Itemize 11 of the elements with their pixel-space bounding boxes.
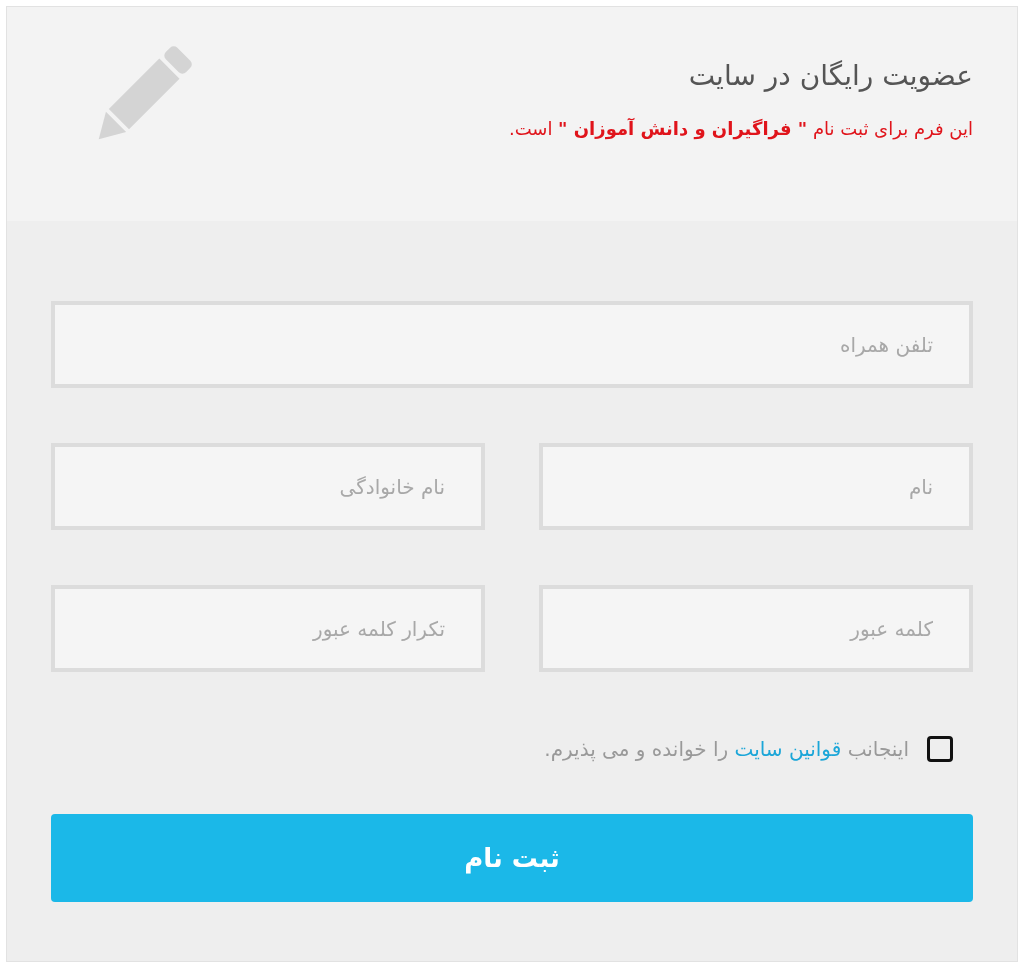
submit-button[interactable]: ثبت نام: [51, 814, 973, 902]
input-field[interactable]: تکرار کلمه عبور: [51, 585, 485, 672]
terms-text: اینجانب قوانین سایت را خوانده و می پذیرم.: [544, 737, 909, 761]
input-field[interactable]: تلفن همراه: [51, 301, 973, 388]
terms-link[interactable]: قوانین سایت: [734, 737, 842, 761]
form-subtitle: این فرم برای ثبت نام " فراگیران و دانش آموزان " است.: [508, 118, 973, 139]
checkbox[interactable]: [927, 736, 953, 762]
input-field[interactable]: نام: [539, 443, 973, 530]
form-title: عضویت رایگان در سایت: [687, 59, 973, 92]
input-field[interactable]: کلمه عبور: [539, 585, 973, 672]
input-field[interactable]: نام خانوادگی: [51, 443, 485, 530]
